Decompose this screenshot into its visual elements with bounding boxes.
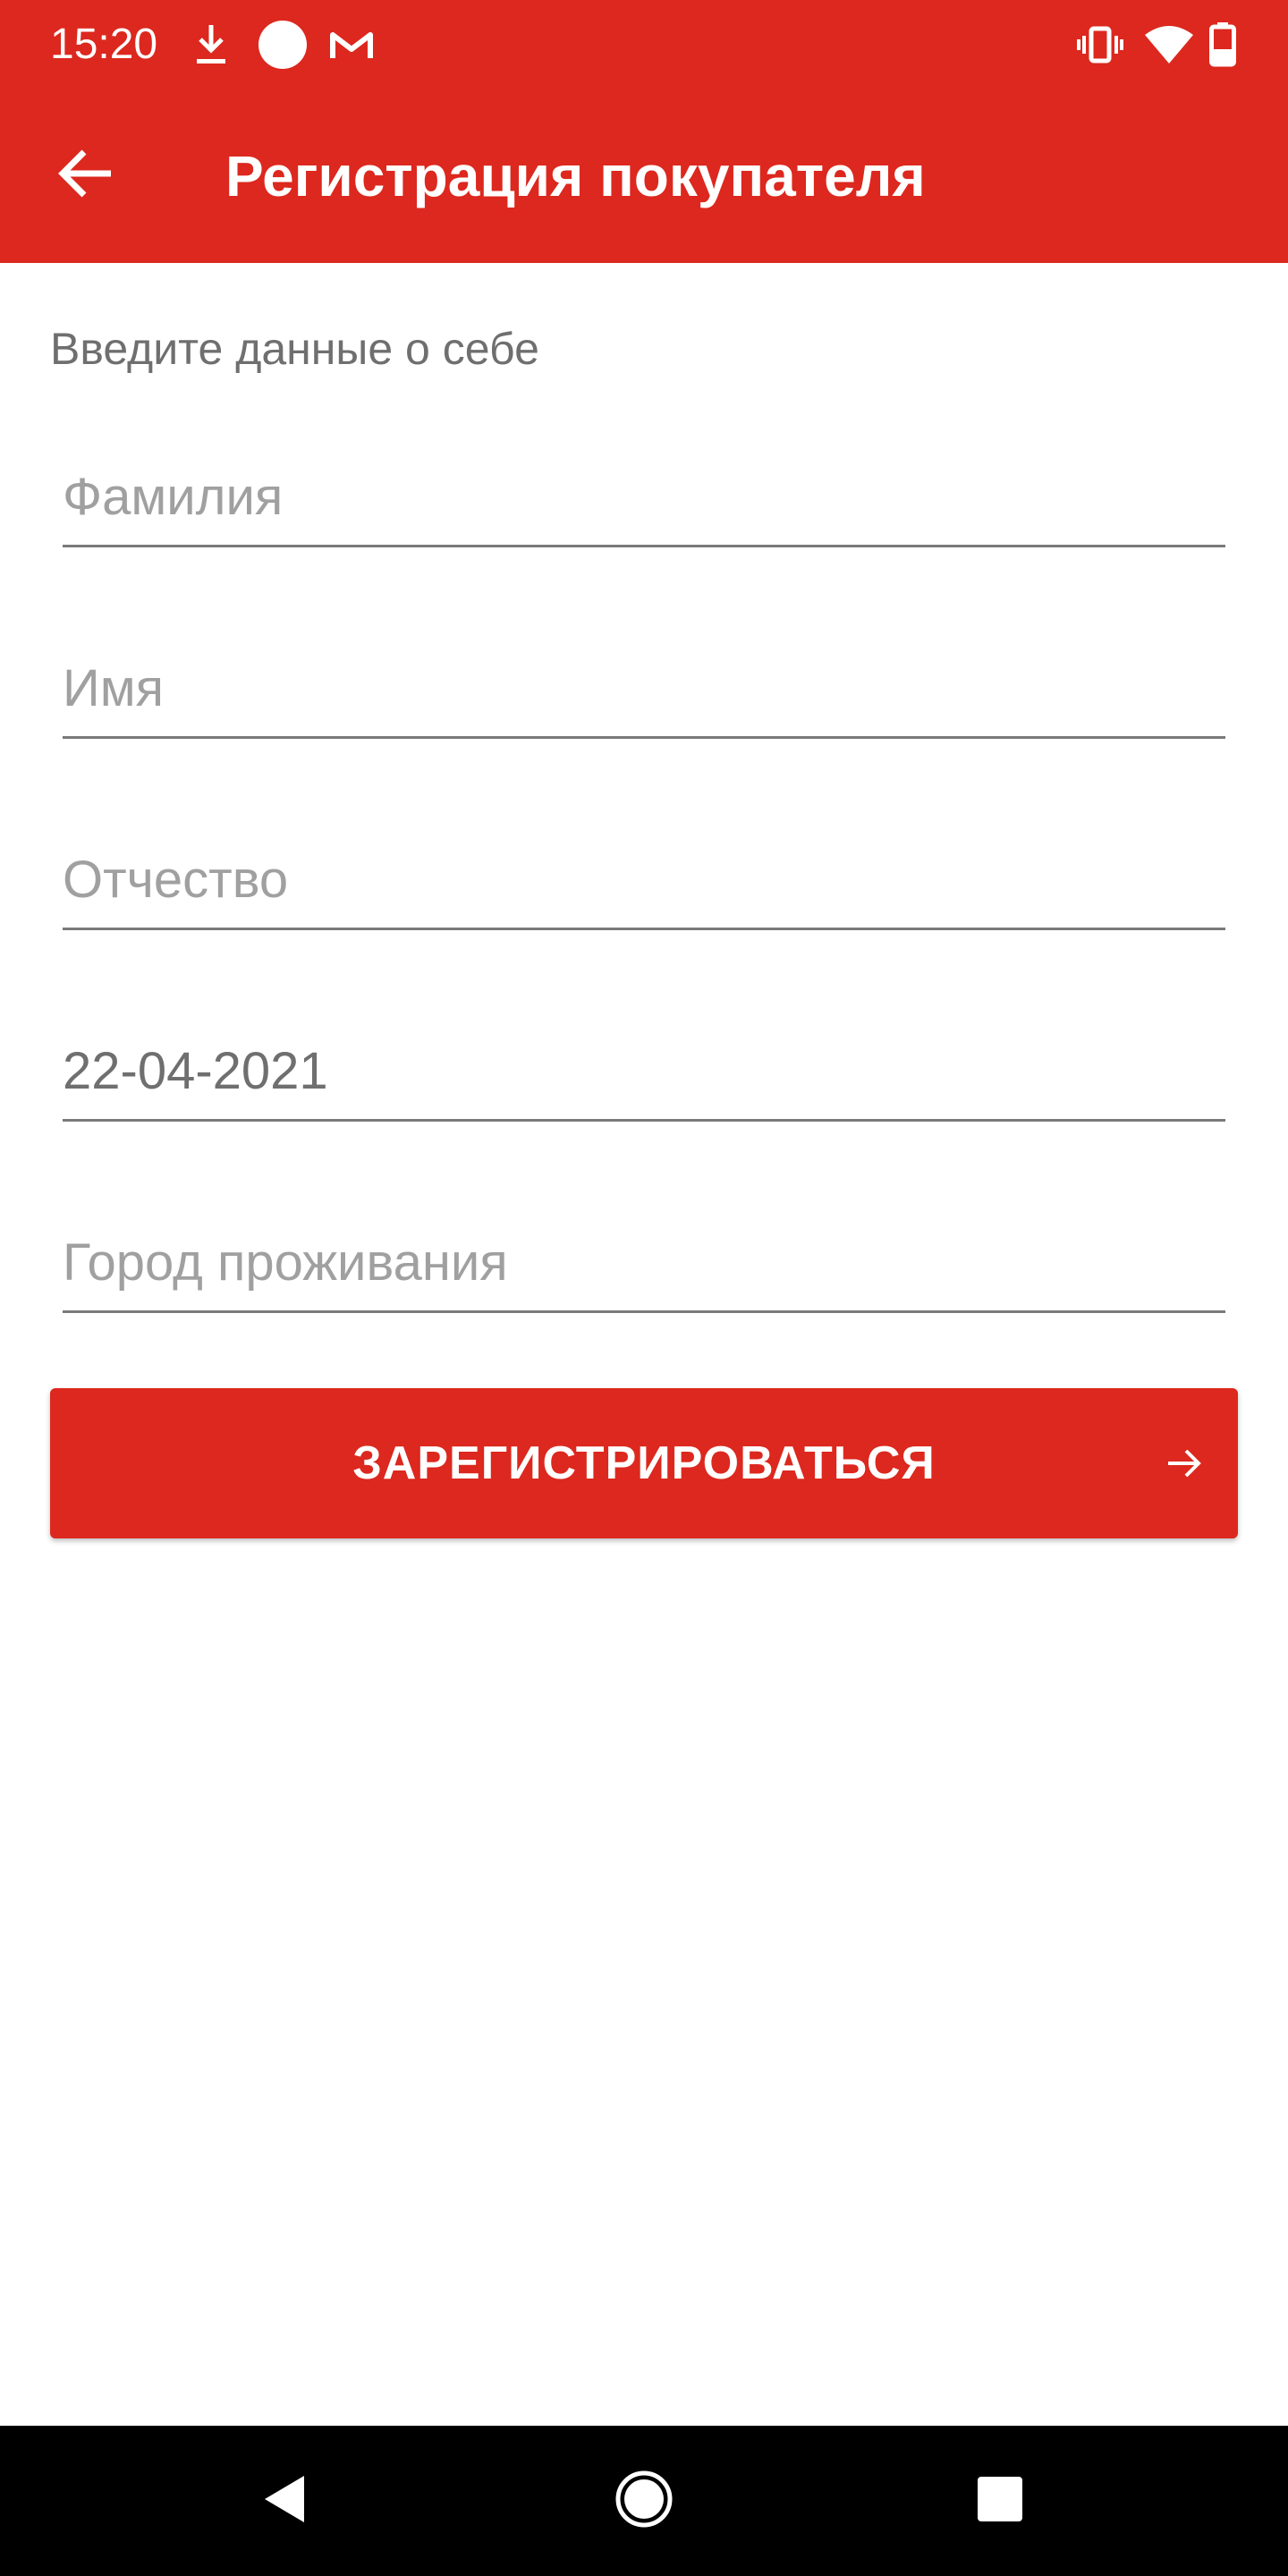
navigation-bar	[0, 2426, 1288, 2576]
arrow-left-icon	[57, 148, 114, 203]
download-icon	[193, 20, 236, 70]
register-button-label: ЗАРЕГИСТРИРОВАТЬСЯ	[352, 1437, 936, 1489]
circle-icon	[258, 20, 311, 70]
nav-recents-button[interactable]	[964, 2465, 1036, 2537]
patronymic-input[interactable]	[63, 843, 1225, 915]
recents-square-icon	[976, 2475, 1024, 2528]
registration-screen: 15:20 Регистрация покупателя Введите дан…	[0, 0, 1288, 2576]
arrow-right-icon	[1163, 1442, 1206, 1485]
page-title: Регистрация покупателя	[225, 144, 926, 208]
gmail-icon	[329, 20, 377, 70]
nav-back-button[interactable]	[249, 2465, 320, 2537]
firstname-input[interactable]	[63, 652, 1225, 724]
battery-icon	[1209, 20, 1241, 70]
city-field	[63, 1215, 1225, 1313]
back-triangle-icon	[259, 2472, 309, 2530]
patronymic-field	[63, 832, 1225, 930]
lastname-input[interactable]	[63, 461, 1225, 532]
intro-text: Введите данные о себе	[50, 324, 539, 374]
nav-home-button[interactable]	[608, 2465, 680, 2537]
status-time: 15:20	[50, 21, 158, 68]
register-button[interactable]: ЗАРЕГИСТРИРОВАТЬСЯ	[50, 1388, 1238, 1538]
home-circle-icon	[615, 2470, 673, 2532]
vibrate-icon	[1077, 20, 1127, 70]
lastname-field	[63, 449, 1225, 547]
wifi-icon	[1143, 20, 1197, 70]
birthdate-field	[63, 1023, 1225, 1122]
birthdate-input[interactable]	[63, 1035, 1225, 1106]
city-input[interactable]	[63, 1226, 1225, 1298]
status-bar: 15:20	[0, 0, 1288, 89]
firstname-field	[63, 640, 1225, 739]
back-button[interactable]	[41, 131, 131, 220]
app-bar: Регистрация покупателя	[0, 89, 1288, 263]
